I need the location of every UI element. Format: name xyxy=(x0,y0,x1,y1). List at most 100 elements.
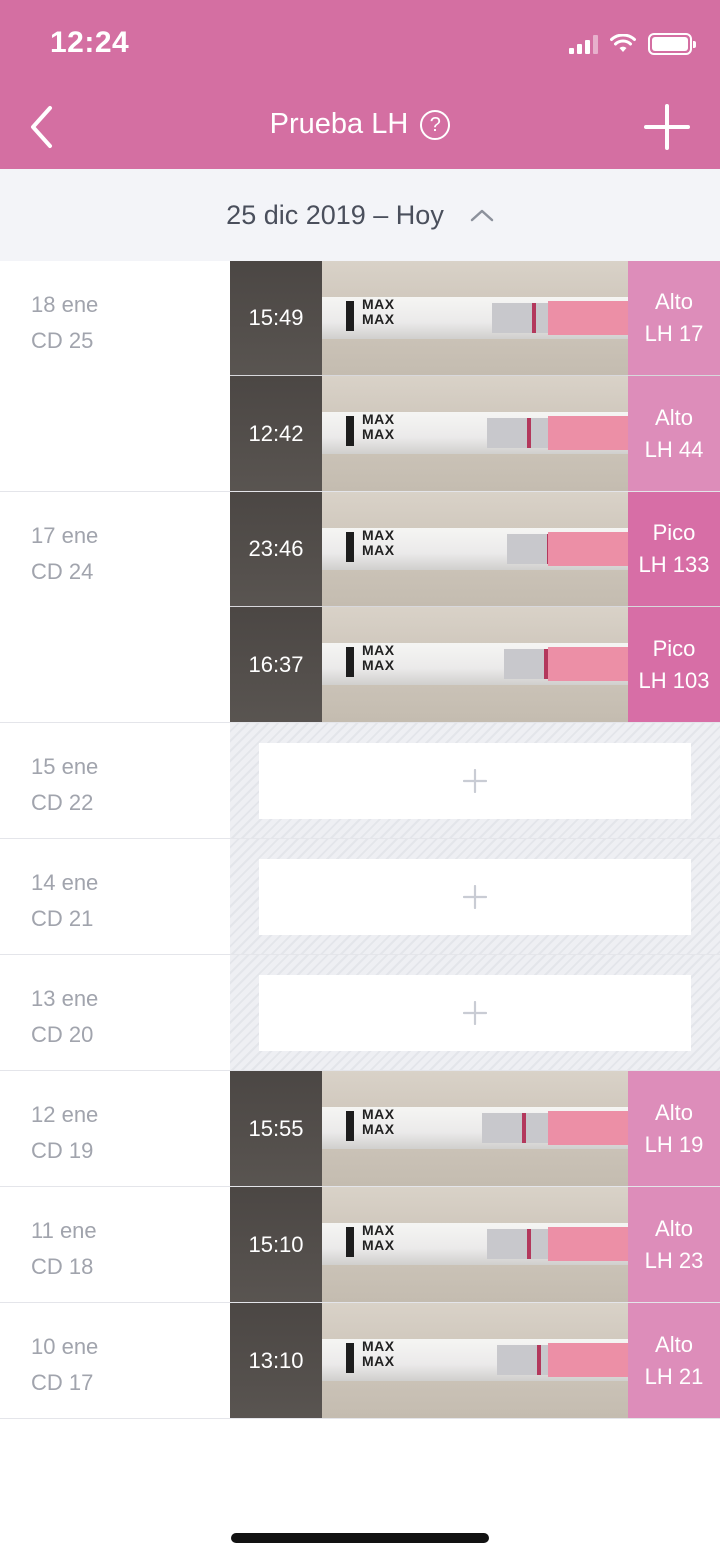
strip-max-text: MAX xyxy=(362,1353,395,1369)
day-group: 12 ene CD 19 15:55 MAX MAX Alto LH 19 xyxy=(0,1071,720,1187)
strip-max-label: MAX MAX xyxy=(362,643,395,673)
cycle-day: CD 20 xyxy=(31,1022,94,1047)
cellular-signal-icon xyxy=(569,34,598,54)
result-value: LH 44 xyxy=(644,436,704,462)
plus-icon xyxy=(463,1000,487,1025)
test-result: Alto LH 44 xyxy=(628,376,720,491)
empty-test-slot xyxy=(230,839,720,954)
test-strip: MAX MAX xyxy=(322,1107,628,1149)
strip-handle-mark xyxy=(346,1343,354,1373)
day-date: 15 ene xyxy=(31,754,99,779)
strip-pad xyxy=(548,1227,628,1261)
strip-pad xyxy=(548,1111,628,1145)
test-time: 12:42 xyxy=(230,376,322,491)
test-result: Pico LH 103 xyxy=(628,607,720,722)
question-circle-icon[interactable]: ? xyxy=(420,109,451,140)
test-result: Alto LH 17 xyxy=(628,261,720,375)
test-time: 16:37 xyxy=(230,607,322,722)
day-tests: 15:55 MAX MAX Alto LH 19 xyxy=(230,1071,720,1186)
chevron-up-icon[interactable] xyxy=(470,208,494,222)
home-indicator[interactable] xyxy=(231,1533,489,1543)
day-group: 13 ene CD 20 xyxy=(0,955,720,1071)
day-label: 11 ene CD 18 xyxy=(0,1187,230,1302)
test-time: 23:46 xyxy=(230,492,322,606)
strip-max-text: MAX xyxy=(362,1237,395,1253)
add-test-card[interactable] xyxy=(259,974,691,1051)
strip-max-text: MAX xyxy=(362,527,395,543)
test-row[interactable]: 15:49 MAX MAX Alto LH 17 xyxy=(230,261,720,376)
test-row[interactable]: 15:55 MAX MAX Alto LH 19 xyxy=(230,1071,720,1186)
status-time: 12:24 xyxy=(50,26,130,59)
result-value: LH 19 xyxy=(644,1131,704,1157)
strip-handle-mark xyxy=(346,1227,354,1257)
test-time: 15:49 xyxy=(230,261,322,375)
result-value: LH 23 xyxy=(644,1247,704,1273)
strip-max-text: MAX xyxy=(362,296,395,312)
test-strip: MAX MAX xyxy=(322,412,628,454)
cycle-day: CD 19 xyxy=(31,1138,94,1163)
day-tests: 15:10 MAX MAX Alto LH 23 xyxy=(230,1187,720,1302)
plus-icon xyxy=(463,884,487,909)
day-tests xyxy=(230,723,720,838)
plus-icon xyxy=(644,104,690,150)
test-row[interactable]: 23:46 MAX MAX Pico LH 133 xyxy=(230,492,720,607)
page-title: Prueba LH ? xyxy=(0,108,720,141)
wifi-icon xyxy=(610,34,636,52)
control-line xyxy=(527,1229,531,1259)
strip-max-text: MAX xyxy=(362,1222,395,1238)
day-date: 11 ene xyxy=(31,1218,97,1243)
test-strip: MAX MAX xyxy=(322,528,628,570)
strip-handle-mark xyxy=(346,416,354,446)
day-date: 10 ene xyxy=(31,1334,99,1359)
test-time: 15:55 xyxy=(230,1071,322,1186)
day-group: 14 ene CD 21 xyxy=(0,839,720,955)
result-level: Alto xyxy=(655,1215,693,1241)
test-strip-photo: MAX MAX xyxy=(322,607,628,722)
cycle-day: CD 18 xyxy=(31,1254,94,1279)
day-tests: 23:46 MAX MAX Pico LH 133 16:37 MAX MAX Pico LH 1… xyxy=(230,492,720,722)
result-level: Alto xyxy=(655,404,693,430)
day-label: 15 ene CD 22 xyxy=(0,723,230,838)
test-row[interactable]: 12:42 MAX MAX Alto LH 44 xyxy=(230,376,720,491)
result-level: Pico xyxy=(652,520,696,545)
test-row[interactable]: 16:37 MAX MAX Pico LH 103 xyxy=(230,607,720,722)
strip-pad xyxy=(548,647,628,681)
test-strip-photo: MAX MAX xyxy=(322,1303,628,1418)
strip-pad xyxy=(548,301,628,335)
result-level: Alto xyxy=(655,1099,693,1125)
test-row[interactable]: 13:10 MAX MAX Alto LH 21 xyxy=(230,1303,720,1418)
result-level: Alto xyxy=(655,1331,693,1357)
test-strip-photo: MAX MAX xyxy=(322,492,628,606)
add-test-card[interactable] xyxy=(259,858,691,935)
test-time: 15:10 xyxy=(230,1187,322,1302)
test-strip-photo: MAX MAX xyxy=(322,1187,628,1302)
strip-pad xyxy=(548,1343,628,1377)
add-test-card[interactable] xyxy=(259,742,691,819)
result-level: Alto xyxy=(655,289,693,314)
day-tests xyxy=(230,955,720,1070)
test-strip-photo: MAX MAX xyxy=(322,376,628,491)
control-line xyxy=(527,418,531,448)
day-label: 13 ene CD 20 xyxy=(0,955,230,1070)
day-group: 18 ene CD 25 15:49 MAX MAX Alto LH 17 12:42 MAX M… xyxy=(0,261,720,492)
day-group: 17 ene CD 24 23:46 MAX MAX Pico LH 133 16:37 MAX… xyxy=(0,492,720,723)
test-strip: MAX MAX xyxy=(322,643,628,685)
app-header: 12:24 Prueba LH ? xyxy=(0,0,720,169)
result-value: LH 133 xyxy=(638,552,710,577)
date-range-bar[interactable]: 25 dic 2019 – Hoy xyxy=(0,169,720,261)
cycle-day: CD 25 xyxy=(31,328,94,353)
day-date: 14 ene xyxy=(31,870,99,895)
plus-icon xyxy=(463,768,487,793)
battery-icon xyxy=(648,33,696,55)
control-line xyxy=(537,1345,541,1375)
strip-max-text: MAX xyxy=(362,657,395,673)
add-test-button[interactable] xyxy=(644,104,690,150)
test-row[interactable]: 15:10 MAX MAX Alto LH 23 xyxy=(230,1187,720,1302)
test-result: Alto LH 19 xyxy=(628,1071,720,1186)
cycle-day: CD 24 xyxy=(31,559,94,584)
status-icons xyxy=(569,32,696,56)
test-result: Alto LH 23 xyxy=(628,1187,720,1302)
strip-max-text: MAX xyxy=(362,1121,395,1137)
day-tests: 15:49 MAX MAX Alto LH 17 12:42 MAX MAX Alto LH 44 xyxy=(230,261,720,491)
strip-max-text: MAX xyxy=(362,1338,395,1354)
